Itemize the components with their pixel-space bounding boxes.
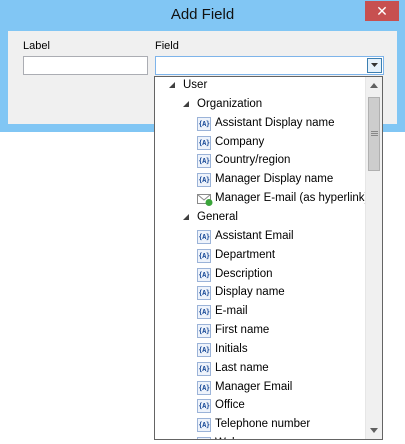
field-icon: {A}: [197, 418, 211, 433]
field-icon: {A}: [197, 305, 211, 320]
tree-node-label: Company: [215, 135, 265, 148]
title-bar[interactable]: Add Field ✕: [0, 0, 405, 31]
vertical-scrollbar[interactable]: [365, 77, 382, 439]
tree-node-field[interactable]: Manager E-mail (as hyperlink): [155, 190, 369, 209]
chevron-down-icon: [371, 63, 378, 67]
scroll-down-icon: [370, 428, 378, 433]
tree-node-label: Web page: [215, 437, 267, 439]
field-combobox[interactable]: [155, 56, 384, 75]
tree-node-label: Office: [215, 399, 245, 412]
tree-node-group[interactable]: Organization: [155, 96, 365, 115]
expanded-arrow-icon[interactable]: [183, 213, 190, 221]
tree-node-label: Initials: [215, 342, 248, 355]
tree-node-field[interactable]: {A} Manager Email: [155, 379, 365, 398]
field-icon: {A}: [197, 399, 211, 414]
field-icon: {A}: [197, 229, 211, 244]
tree-node-field[interactable]: {A} Department: [155, 247, 365, 266]
tree-node-field[interactable]: {A} Office: [155, 397, 365, 416]
tree-node-label: Department: [215, 248, 276, 261]
scroll-down-button[interactable]: [366, 422, 382, 439]
tree-node-label: Telephone number: [215, 418, 311, 431]
tree-node-field[interactable]: {A} E-mail: [155, 303, 365, 322]
scroll-thumb[interactable]: [368, 97, 380, 171]
tree-node-label: Manager Email: [215, 380, 293, 393]
tree-node-field[interactable]: {A} Assistant Email: [155, 228, 365, 247]
field-icon: {A}: [197, 248, 211, 263]
tree-node-label: Country/region: [215, 154, 291, 167]
tree-node-field[interactable]: {A} Description: [155, 266, 365, 285]
field-icon: {A}: [197, 135, 211, 150]
scroll-up-icon: [370, 83, 378, 88]
tree-node-label: E-mail: [215, 305, 248, 318]
expanded-arrow-icon[interactable]: [183, 100, 190, 108]
label-caption: Label: [23, 40, 50, 52]
tree-node-label: Manager E-mail (as hyperlink): [215, 192, 369, 205]
label-input[interactable]: [23, 56, 148, 75]
field-icon: {A}: [197, 116, 211, 131]
tree-node-field[interactable]: {A} Manager Display name: [155, 171, 365, 190]
tree-node-label: Organization: [197, 97, 263, 110]
tree-node-group[interactable]: General: [155, 209, 365, 228]
field-icon: {A}: [197, 342, 211, 357]
tree-node-label: Last name: [215, 361, 269, 374]
tree-node-label: Description: [215, 267, 273, 280]
scroll-up-button[interactable]: [366, 77, 382, 94]
close-button[interactable]: ✕: [365, 1, 399, 21]
field-icon: {A}: [197, 324, 211, 339]
tree-node-label: Display name: [215, 286, 285, 299]
field-icon: {A}: [197, 437, 211, 439]
expanded-arrow-icon[interactable]: [169, 82, 176, 89]
field-icon: {A}: [197, 380, 211, 395]
field-icon: {A}: [197, 173, 211, 188]
tree-node-field[interactable]: {A} Display name: [155, 284, 365, 303]
close-icon: ✕: [376, 3, 388, 19]
tree-node-field[interactable]: {A} First name: [155, 322, 365, 341]
field-icon: {A}: [197, 286, 211, 301]
tree-node-label: Manager Display name: [215, 173, 334, 186]
tree-node-label: Assistant Email: [215, 229, 294, 242]
tree-node-field[interactable]: {A} Company: [155, 134, 365, 153]
tree-node-field[interactable]: {A} Country/region: [155, 152, 365, 171]
tree-node-label: General: [197, 210, 238, 223]
dropdown-button[interactable]: [367, 58, 382, 73]
field-tree: User Organization {A} Assistant Display nam…: [155, 77, 369, 439]
dialog-title: Add Field: [170, 6, 235, 23]
tree-node-user[interactable]: User: [155, 77, 365, 96]
tree-node-field[interactable]: {A} Telephone number: [155, 416, 365, 435]
tree-node-field[interactable]: {A} Assistant Display name: [155, 115, 365, 134]
tree-node-field[interactable]: {A} Web page: [155, 435, 365, 439]
tree-node-field[interactable]: {A} Initials: [155, 341, 365, 360]
tree-node-field[interactable]: {A} Last name: [155, 360, 365, 379]
tree-node-label: User: [183, 79, 208, 91]
field-caption: Field: [155, 40, 179, 52]
tree-node-label: Assistant Display name: [215, 116, 335, 129]
field-icon: {A}: [197, 154, 211, 169]
tree-node-label: First name: [215, 324, 270, 337]
field-icon: {A}: [197, 267, 211, 282]
email-link-icon: [197, 194, 213, 207]
field-tree-dropdown: User Organization {A} Assistant Display nam…: [154, 76, 383, 440]
field-icon: {A}: [197, 361, 211, 376]
